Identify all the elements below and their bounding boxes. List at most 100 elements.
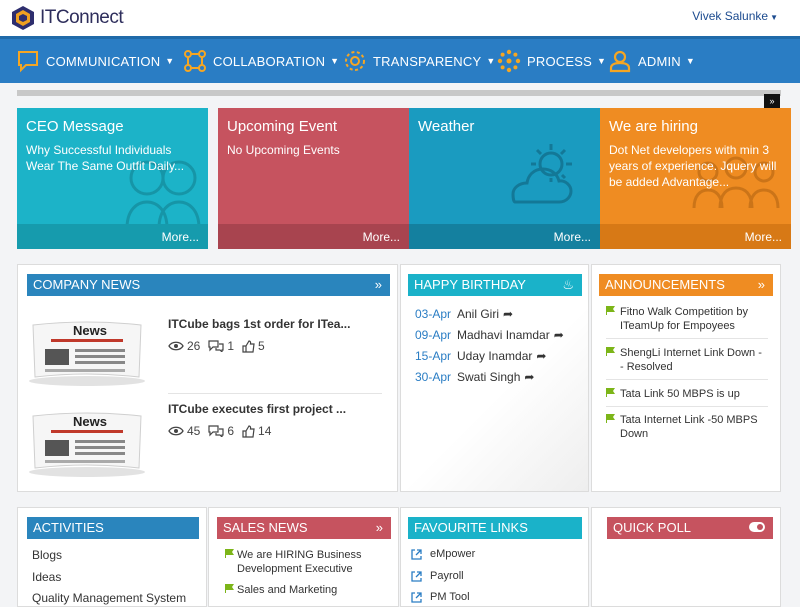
- share-icon[interactable]: ➦: [524, 370, 534, 384]
- panel-title: HAPPY BIRTHDAY: [414, 277, 526, 292]
- tile-more-link[interactable]: More...: [218, 224, 409, 249]
- banner-strip: [17, 90, 781, 96]
- likes-value: 14: [258, 424, 272, 438]
- announcement-item[interactable]: Tata Internet Link -50 MBPS Down: [606, 413, 764, 441]
- nav-collaboration[interactable]: COLLABORATION ▼: [183, 39, 339, 83]
- activity-link[interactable]: Quality Management System: [32, 591, 186, 605]
- birthday-name: Madhavi Inamdar: [457, 328, 550, 342]
- flag-icon: [606, 347, 615, 356]
- sales-news-item[interactable]: We are HIRING Business Development Execu…: [219, 548, 379, 576]
- gear-icon: [345, 51, 365, 71]
- network-icon: [184, 50, 206, 72]
- logo-cube-icon: [12, 6, 34, 30]
- news-title[interactable]: ITCube executes first project ...: [168, 402, 346, 416]
- chevron-down-icon: ▼: [330, 56, 340, 66]
- top-bar: ITConnect Vivek Salunke ▼: [0, 0, 800, 36]
- comments-value: 1: [227, 339, 235, 353]
- nav-process[interactable]: PROCESS ▼: [497, 39, 606, 83]
- external-link-icon: [411, 548, 422, 560]
- share-icon[interactable]: ➦: [536, 349, 546, 363]
- birthday-date: 15-Apr: [415, 349, 452, 363]
- tile-we-are-hiring[interactable]: We are hiring Dot Net developers with mi…: [600, 108, 791, 249]
- birthday-row[interactable]: 03-Apr Anil Giri ➦: [415, 307, 513, 321]
- main-nav: COMMUNICATION ▼ COLLABORATION ▼ TRANSPAREN…: [0, 36, 800, 83]
- tile-ceo-message[interactable]: CEO Message Why Successful Individuals W…: [17, 108, 208, 249]
- views-count: 45: [168, 424, 200, 438]
- caret-down-icon: ▼: [770, 13, 778, 22]
- newspaper-label: News: [73, 323, 107, 338]
- tile-more-link[interactable]: More...: [17, 224, 208, 249]
- app-logo[interactable]: ITConnect: [10, 5, 124, 31]
- comments-count: 6: [208, 424, 234, 438]
- external-link-icon: [411, 570, 422, 582]
- company-news-header: COMPANY NEWS »: [27, 274, 390, 296]
- eye-icon: [168, 341, 184, 351]
- company-news-panel: COMPANY NEWS » News ITCube bags 1st orde…: [17, 264, 398, 492]
- thumbs-up-icon: [242, 339, 255, 353]
- news-title[interactable]: ITCube bags 1st order for ITea...: [168, 317, 350, 331]
- announcement-item[interactable]: Fitno Walk Competition by ITeamUp for Em…: [606, 305, 764, 333]
- panel-title: SALES NEWS: [223, 520, 308, 535]
- sales-news-panel: SALES NEWS » We are HIRING Business Deve…: [208, 507, 399, 607]
- birthday-date: 09-Apr: [415, 328, 452, 342]
- favourite-link[interactable]: PM Tool: [411, 591, 470, 603]
- favourite-links-panel: FAVOURITE LINKS eMpower Payroll PM Tool: [400, 507, 589, 607]
- birthday-name: Swati Singh: [457, 370, 521, 384]
- flag-icon: [225, 584, 234, 593]
- announcement-divider: [606, 406, 768, 407]
- nav-communication[interactable]: COMMUNICATION ▼: [16, 39, 174, 83]
- favourite-link[interactable]: eMpower: [411, 548, 475, 560]
- user-name: Vivek Salunke: [692, 9, 769, 23]
- chevron-down-icon: ▼: [596, 56, 607, 66]
- views-count: 26: [168, 339, 200, 353]
- activity-link[interactable]: Ideas: [32, 570, 61, 584]
- announcement-item[interactable]: ShengLi Internet Link Down -- Resolved: [606, 346, 764, 374]
- sales-news-text: Sales and Marketing: [237, 584, 338, 596]
- nav-label: COLLABORATION: [213, 53, 326, 69]
- likes-value: 5: [258, 339, 265, 353]
- sales-news-item[interactable]: Sales and Marketing: [219, 583, 379, 597]
- flag-icon: [225, 549, 234, 558]
- announcement-text: ShengLi Internet Link Down -- Resolved: [620, 347, 762, 373]
- nav-label: TRANSPARENCY: [373, 53, 482, 69]
- panel-title: QUICK POLL: [613, 520, 692, 535]
- birthday-row[interactable]: 30-Apr Swati Singh ➦: [415, 370, 534, 384]
- double-chevron-right-icon[interactable]: »: [376, 517, 383, 539]
- activities-header: ACTIVITIES: [27, 517, 199, 539]
- views-value: 26: [187, 339, 201, 353]
- nav-admin[interactable]: ADMIN ▼: [608, 39, 695, 83]
- double-chevron-right-icon[interactable]: »: [375, 274, 382, 296]
- birthday-date: 30-Apr: [415, 370, 452, 384]
- toggle-icon[interactable]: [749, 522, 765, 532]
- news-stats: 45 6 14: [168, 424, 279, 438]
- favourite-link-text: Payroll: [430, 570, 464, 582]
- favourite-link-text: eMpower: [430, 548, 476, 560]
- announcement-divider: [606, 379, 768, 380]
- flag-icon: [606, 306, 615, 315]
- tile-weather[interactable]: Weather More...: [409, 108, 600, 249]
- announcement-item[interactable]: Tata Link 50 MBPS is up: [606, 387, 764, 401]
- nav-label: PROCESS: [527, 53, 592, 69]
- double-chevron-right-icon[interactable]: »: [758, 274, 765, 296]
- chevron-down-icon: ▼: [165, 56, 175, 66]
- birthday-header: HAPPY BIRTHDAY ♨: [408, 274, 582, 296]
- birthday-name: Anil Giri: [457, 307, 500, 321]
- birthday-row[interactable]: 09-Apr Madhavi Inamdar ➦: [415, 328, 564, 342]
- tile-more-link[interactable]: More...: [600, 224, 791, 249]
- collapse-toggle-button[interactable]: »: [764, 94, 780, 108]
- user-menu[interactable]: Vivek Salunke ▼: [692, 9, 778, 23]
- activities-panel: ACTIVITIES Blogs Ideas Quality Managemen…: [17, 507, 207, 607]
- activity-link[interactable]: Blogs: [32, 548, 62, 562]
- nav-transparency[interactable]: TRANSPARENCY ▼: [343, 39, 495, 83]
- share-icon[interactable]: ➦: [503, 307, 513, 321]
- favourite-link[interactable]: Payroll: [411, 570, 464, 582]
- comments-count: 1: [208, 339, 234, 353]
- panel-title: COMPANY NEWS: [33, 277, 141, 292]
- tile-upcoming-event[interactable]: Upcoming Event No Upcoming Events More..…: [218, 108, 409, 249]
- announcement-text: Tata Link 50 MBPS is up: [620, 388, 740, 400]
- birthday-row[interactable]: 15-Apr Uday Inamdar ➦: [415, 349, 546, 363]
- share-icon[interactable]: ➦: [554, 328, 564, 342]
- tile-more-link[interactable]: More...: [409, 224, 600, 249]
- tile-text: Dot Net developers with min 3 years of e…: [609, 143, 777, 189]
- news-stats: 26 1 5: [168, 339, 273, 353]
